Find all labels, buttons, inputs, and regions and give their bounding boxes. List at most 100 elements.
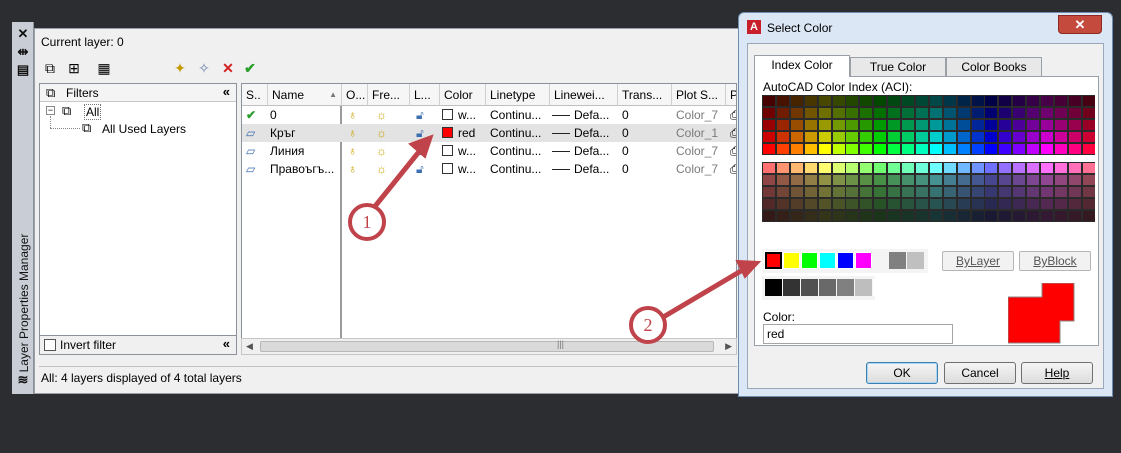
layer-row[interactable]: ▱ Линия ♁ ☼ 🔓︎ w...Continu...Defa...0 Color_7 ⎙ — [242, 142, 736, 160]
layer-row[interactable]: ▱ Кръг ♁ ☼ 🔓︎ redContinu...Defa...0 Color_1 ⎙ — [242, 124, 736, 142]
col-transparency[interactable]: Trans... — [618, 84, 672, 106]
lightbulb-icon[interactable]: ♁ — [348, 124, 364, 142]
layer-name[interactable]: 0 — [270, 106, 340, 124]
standard-color-swatch[interactable] — [783, 252, 800, 269]
horizontal-scrollbar[interactable]: ◀ ||| ▶ — [241, 338, 737, 355]
new-property-filter-icon[interactable]: ⧉ — [39, 57, 61, 79]
aci-palette-half[interactable] — [762, 162, 1095, 222]
col-status[interactable]: S.. — [242, 84, 268, 106]
grey-color-swatch[interactable] — [837, 279, 854, 296]
delete-layer-icon[interactable]: ✕ — [217, 57, 239, 79]
layer-properties-manager: Current layer: 0 ⧉ ⊞ ▦ ✦ ✧ ✕ ✔ ⧉ Filters… — [34, 28, 740, 394]
collapse-icon[interactable]: « — [223, 336, 230, 351]
aci-palette-full[interactable] — [762, 95, 1095, 155]
standard-color-swatch[interactable] — [837, 252, 854, 269]
cancel-button[interactable]: Cancel — [944, 362, 1016, 384]
col-plot-style[interactable]: Plot S... — [672, 84, 726, 106]
layer-lineweight[interactable]: Defa... — [552, 124, 618, 142]
standard-color-swatch[interactable] — [801, 252, 818, 269]
tab-index-color[interactable]: Index Color — [754, 55, 850, 77]
sun-icon[interactable]: ☼ — [376, 160, 396, 178]
col-lineweight[interactable]: Linewei... — [550, 84, 618, 106]
help-button[interactable]: Help — [1021, 362, 1093, 384]
grey-color-swatch[interactable] — [907, 252, 924, 269]
layer-lineweight[interactable]: Defa... — [552, 106, 618, 124]
new-layer-icon[interactable]: ✦ — [169, 57, 191, 79]
col-freeze[interactable]: Fre... — [368, 84, 410, 106]
color-input[interactable]: red — [763, 324, 953, 344]
col-plot[interactable]: P — [726, 84, 736, 106]
layer-transparency[interactable]: 0 — [622, 106, 670, 124]
standard-color-swatch[interactable] — [855, 252, 872, 269]
invert-filter-checkbox[interactable] — [44, 339, 56, 351]
autohide-icon[interactable]: ⇹ — [15, 44, 31, 60]
layer-states-icon[interactable]: ▦ — [93, 57, 115, 79]
grey-color-swatch[interactable] — [873, 279, 890, 296]
sun-icon[interactable]: ☼ — [376, 106, 396, 124]
standard-color-swatch[interactable] — [764, 251, 783, 270]
ok-button[interactable]: OK — [866, 362, 938, 384]
close-button[interactable]: ✕ — [1058, 15, 1102, 34]
printer-icon[interactable]: ⎙ — [730, 106, 736, 124]
invert-filter-row: Invert filter « — [39, 335, 237, 355]
collapse-icon[interactable]: « — [223, 84, 230, 99]
grey-color-swatch[interactable] — [819, 279, 836, 296]
new-group-filter-icon[interactable]: ⊞ — [63, 57, 85, 79]
tab-true-color[interactable]: True Color — [850, 57, 946, 76]
filter-all-used-layers[interactable]: All Used Layers — [102, 122, 186, 136]
set-current-icon[interactable]: ✔ — [239, 57, 261, 79]
col-lock[interactable]: L... — [410, 84, 440, 106]
properties-icon[interactable]: ▤ — [15, 62, 31, 78]
new-vp-frozen-layer-icon[interactable]: ✧ — [193, 57, 215, 79]
unlock-icon[interactable]: 🔓︎ — [416, 160, 436, 178]
layer-linetype[interactable]: Continu... — [490, 142, 548, 160]
index-color-panel: AutoCAD Color Index (ACI): ByLayer ByBlo… — [754, 76, 1099, 346]
grey-color-swatch[interactable] — [889, 252, 906, 269]
grey-color-swatch[interactable] — [855, 279, 872, 296]
scroll-right-icon[interactable]: ▶ — [725, 341, 732, 352]
close-icon[interactable]: ✕ — [15, 26, 31, 42]
layer-row[interactable]: ✔0♁☼🔓︎w...Continu...Defa...0Color_7⎙ — [242, 106, 736, 124]
unlock-icon[interactable]: 🔓︎ — [416, 124, 436, 142]
layer-color[interactable]: red — [442, 124, 486, 142]
layer-color[interactable]: w... — [442, 160, 486, 178]
col-linetype[interactable]: Linetype — [486, 84, 550, 106]
layer-name[interactable]: Кръг — [270, 124, 340, 142]
tab-color-books[interactable]: Color Books — [946, 57, 1042, 76]
lightbulb-icon[interactable]: ♁ — [348, 142, 364, 160]
grey-color-swatch[interactable] — [783, 279, 800, 296]
printer-icon[interactable]: ⎙ — [730, 124, 736, 142]
layer-linetype[interactable]: Continu... — [490, 124, 548, 142]
layer-linetype[interactable]: Continu... — [490, 160, 548, 178]
grey-color-swatch[interactable] — [765, 279, 782, 296]
layer-transparency[interactable]: 0 — [622, 160, 670, 178]
layer-lineweight[interactable]: Defa... — [552, 160, 618, 178]
unlock-icon[interactable]: 🔓︎ — [416, 106, 436, 124]
grey-color-swatch[interactable] — [801, 279, 818, 296]
bylayer-button[interactable]: ByLayer — [942, 251, 1014, 271]
sun-icon[interactable]: ☼ — [376, 124, 396, 142]
unlock-icon[interactable]: 🔓︎ — [416, 142, 436, 160]
printer-icon[interactable]: ⎙ — [730, 160, 736, 178]
col-name[interactable]: Name ▲ — [268, 84, 342, 106]
sun-icon[interactable]: ☼ — [376, 142, 396, 160]
layer-color[interactable]: w... — [442, 106, 486, 124]
printer-icon[interactable]: ⎙ — [730, 142, 736, 160]
expand-toggle[interactable]: − — [46, 106, 55, 115]
layer-lineweight[interactable]: Defa... — [552, 142, 618, 160]
scroll-left-icon[interactable]: ◀ — [246, 341, 253, 352]
lightbulb-icon[interactable]: ♁ — [348, 106, 364, 124]
filter-all[interactable]: All — [84, 104, 102, 120]
lightbulb-icon[interactable]: ♁ — [348, 160, 364, 178]
col-color[interactable]: Color — [440, 84, 486, 106]
byblock-button[interactable]: ByBlock — [1019, 251, 1091, 271]
layer-transparency[interactable]: 0 — [622, 124, 670, 142]
standard-color-swatch[interactable] — [819, 252, 836, 269]
layer-name[interactable]: Линия — [270, 142, 340, 160]
layer-name[interactable]: Правоъгъ... — [270, 160, 340, 178]
layer-color[interactable]: w... — [442, 142, 486, 160]
layer-row[interactable]: ▱ Правоъгъ... ♁ ☼ 🔓︎ w... Continu... Defa... 0 Co… — [242, 160, 736, 178]
col-on[interactable]: O... — [342, 84, 368, 106]
layer-transparency[interactable]: 0 — [622, 142, 670, 160]
layer-linetype[interactable]: Continu... — [490, 106, 548, 124]
